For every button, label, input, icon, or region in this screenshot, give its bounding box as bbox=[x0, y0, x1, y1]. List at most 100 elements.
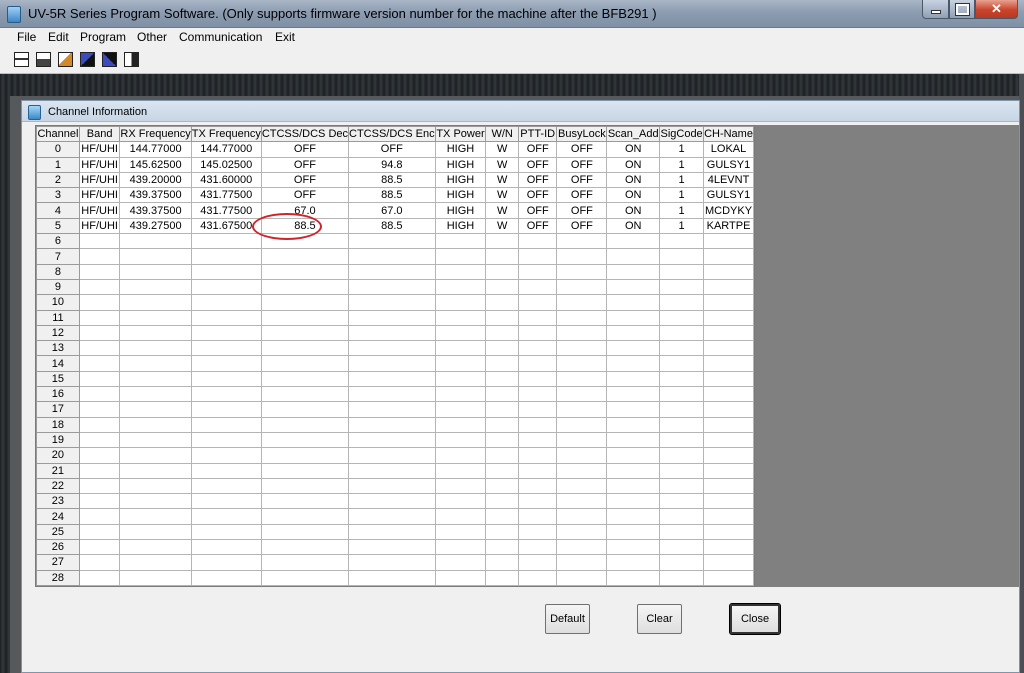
table-cell[interactable] bbox=[190, 508, 262, 525]
table-cell[interactable]: ON bbox=[606, 217, 661, 235]
download-icon[interactable] bbox=[102, 52, 117, 67]
table-cell[interactable] bbox=[434, 324, 487, 342]
table-row[interactable]: 24 bbox=[36, 508, 754, 525]
table-cell[interactable] bbox=[517, 462, 558, 479]
table-cell[interactable] bbox=[659, 462, 705, 479]
column-header[interactable]: CTCSS/DCS Dec bbox=[260, 126, 350, 143]
table-cell[interactable] bbox=[190, 523, 262, 541]
table-cell[interactable]: HF/UHI bbox=[78, 202, 121, 219]
table-cell[interactable]: OFF bbox=[556, 171, 608, 189]
table-cell[interactable]: 1 bbox=[659, 171, 705, 189]
table-cell[interactable] bbox=[659, 324, 705, 342]
table-cell[interactable] bbox=[703, 401, 754, 418]
table-cell[interactable]: ON bbox=[606, 171, 661, 189]
table-cell[interactable] bbox=[260, 370, 350, 388]
table-row[interactable]: 10 bbox=[36, 294, 754, 311]
table-cell[interactable]: 1 bbox=[659, 141, 705, 158]
table-cell[interactable] bbox=[78, 416, 121, 433]
table-cell[interactable] bbox=[78, 340, 121, 357]
minimize-button[interactable] bbox=[922, 0, 949, 19]
table-cell[interactable] bbox=[190, 462, 262, 479]
read-radio-icon[interactable] bbox=[14, 52, 29, 67]
row-header[interactable]: 4 bbox=[36, 202, 80, 219]
table-cell[interactable] bbox=[703, 523, 754, 541]
table-cell[interactable] bbox=[517, 233, 558, 250]
table-cell[interactable] bbox=[434, 309, 487, 326]
table-row[interactable]: 19 bbox=[36, 431, 754, 449]
table-cell[interactable] bbox=[517, 324, 558, 342]
row-header[interactable]: 26 bbox=[36, 539, 80, 556]
table-cell[interactable] bbox=[260, 263, 350, 280]
table-cell[interactable] bbox=[260, 508, 350, 525]
table-cell[interactable]: W bbox=[485, 202, 519, 219]
open-icon[interactable] bbox=[58, 52, 73, 67]
table-cell[interactable] bbox=[703, 233, 754, 250]
row-header[interactable]: 22 bbox=[36, 477, 80, 495]
table-cell[interactable] bbox=[348, 324, 436, 342]
table-cell[interactable] bbox=[119, 324, 192, 342]
table-cell[interactable] bbox=[434, 386, 487, 403]
table-cell[interactable] bbox=[485, 248, 519, 265]
table-cell[interactable] bbox=[78, 401, 121, 418]
table-row[interactable]: 12 bbox=[36, 324, 754, 342]
row-header[interactable]: 16 bbox=[36, 386, 80, 403]
table-cell[interactable] bbox=[606, 248, 661, 265]
table-cell[interactable]: OFF bbox=[517, 156, 558, 173]
table-cell[interactable]: 94.8 bbox=[348, 156, 436, 173]
table-cell[interactable] bbox=[434, 477, 487, 495]
table-cell[interactable] bbox=[517, 569, 558, 586]
table-cell[interactable] bbox=[659, 370, 705, 388]
table-cell[interactable]: 88.5 bbox=[348, 171, 436, 189]
table-cell[interactable]: OFF bbox=[348, 141, 436, 158]
table-cell[interactable] bbox=[190, 294, 262, 311]
table-cell[interactable]: OFF bbox=[556, 141, 608, 158]
table-cell[interactable] bbox=[606, 462, 661, 479]
table-cell[interactable] bbox=[260, 309, 350, 326]
row-header[interactable]: 8 bbox=[36, 263, 80, 280]
column-header[interactable]: CTCSS/DCS Enc bbox=[348, 126, 436, 143]
table-cell[interactable] bbox=[260, 355, 350, 372]
table-cell[interactable] bbox=[517, 401, 558, 418]
table-cell[interactable] bbox=[78, 554, 121, 571]
table-cell[interactable] bbox=[703, 569, 754, 586]
clear-button[interactable]: Clear bbox=[637, 604, 682, 634]
table-cell[interactable] bbox=[517, 355, 558, 372]
table-cell[interactable] bbox=[348, 539, 436, 556]
table-cell[interactable] bbox=[517, 370, 558, 388]
table-cell[interactable] bbox=[119, 386, 192, 403]
table-cell[interactable] bbox=[703, 370, 754, 388]
table-cell[interactable] bbox=[485, 263, 519, 280]
row-header[interactable]: 5 bbox=[36, 217, 80, 235]
table-cell[interactable]: OFF bbox=[260, 171, 350, 189]
table-cell[interactable] bbox=[556, 355, 608, 372]
table-cell[interactable] bbox=[78, 447, 121, 464]
table-cell[interactable] bbox=[606, 493, 661, 510]
table-cell[interactable] bbox=[606, 370, 661, 388]
table-cell[interactable] bbox=[119, 493, 192, 510]
column-header[interactable]: SigCode bbox=[659, 126, 705, 143]
row-header[interactable]: 21 bbox=[36, 462, 80, 479]
table-cell[interactable]: OFF bbox=[260, 156, 350, 173]
table-cell[interactable] bbox=[78, 278, 121, 296]
table-cell[interactable] bbox=[78, 493, 121, 510]
table-cell[interactable] bbox=[703, 477, 754, 495]
table-cell[interactable] bbox=[703, 554, 754, 571]
table-cell[interactable] bbox=[260, 569, 350, 586]
table-cell[interactable]: W bbox=[485, 187, 519, 204]
table-cell[interactable] bbox=[485, 355, 519, 372]
table-cell[interactable] bbox=[260, 523, 350, 541]
horizontal-scrollbar[interactable] bbox=[36, 587, 754, 603]
table-cell[interactable] bbox=[556, 493, 608, 510]
row-header[interactable]: 24 bbox=[36, 508, 80, 525]
table-cell[interactable] bbox=[78, 233, 121, 250]
table-cell[interactable] bbox=[606, 233, 661, 250]
table-cell[interactable] bbox=[659, 401, 705, 418]
channel-grid[interactable]: Channel Band RX Frequency TX Frequency CTCSS… bbox=[35, 125, 755, 587]
table-cell[interactable]: KARTPE bbox=[703, 217, 754, 235]
table-cell[interactable] bbox=[190, 431, 262, 449]
table-cell[interactable] bbox=[78, 309, 121, 326]
table-cell[interactable]: 439.37500 bbox=[119, 202, 192, 219]
table-cell[interactable] bbox=[485, 477, 519, 495]
table-cell[interactable] bbox=[485, 523, 519, 541]
table-cell[interactable]: W bbox=[485, 217, 519, 235]
